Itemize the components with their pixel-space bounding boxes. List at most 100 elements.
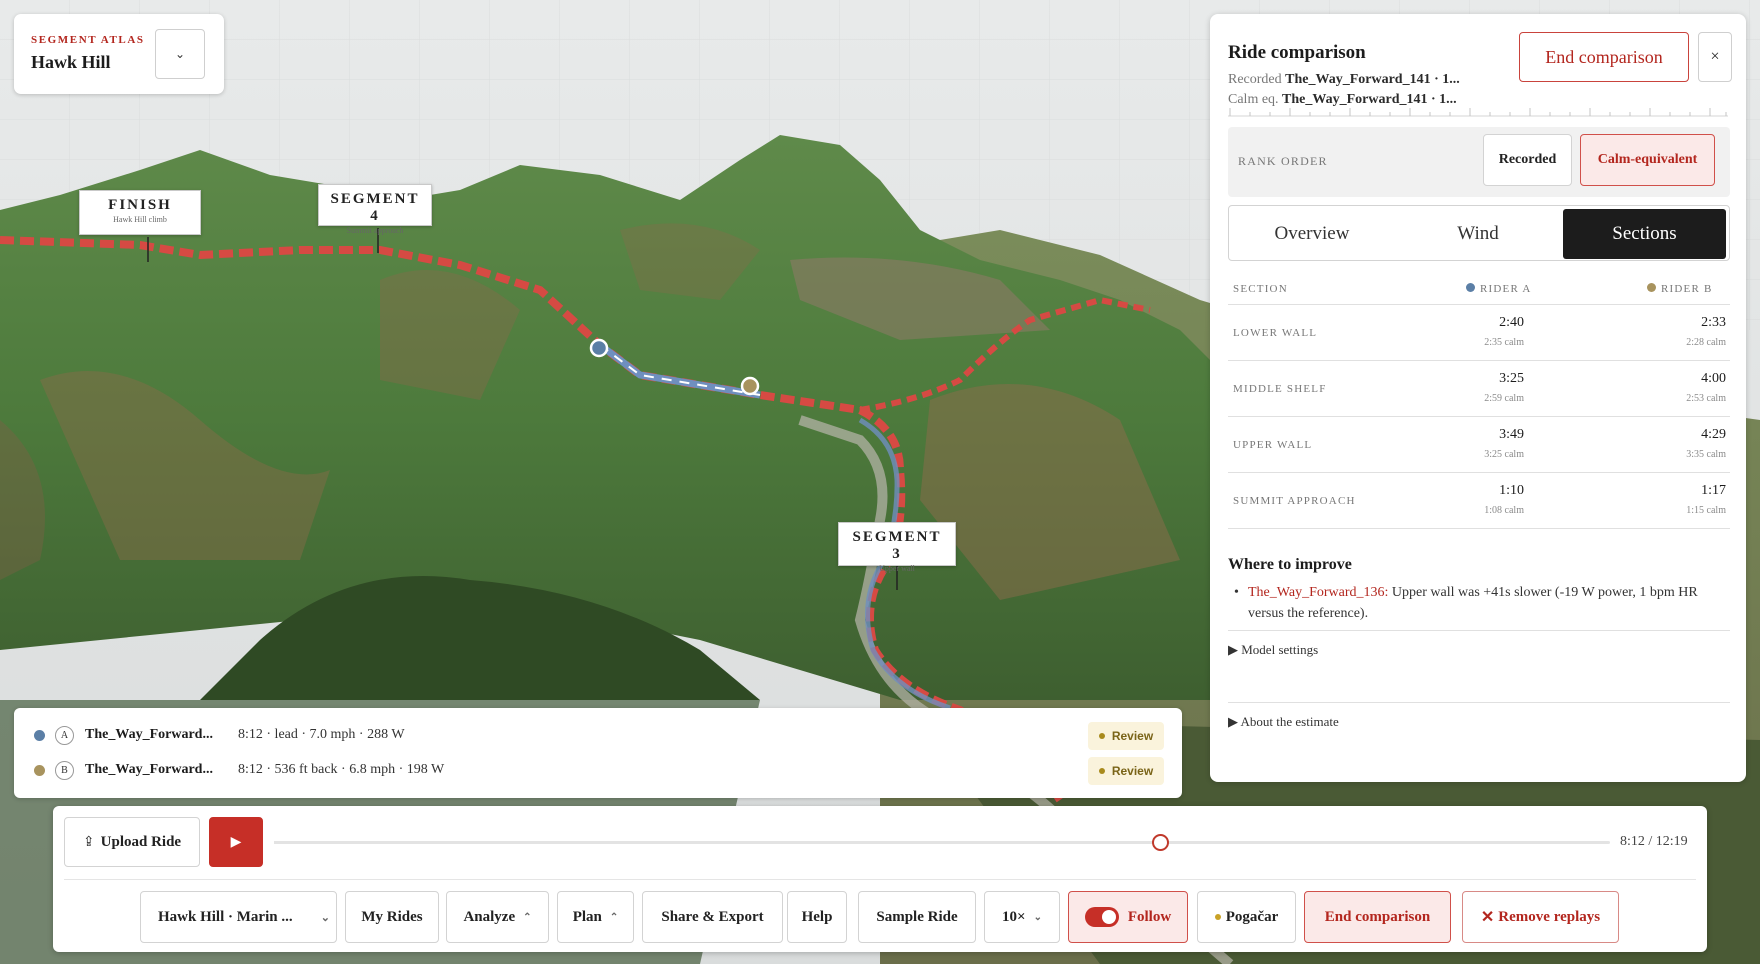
follow-toggle[interactable]: Follow (1068, 891, 1188, 943)
model-settings-toggle[interactable]: ▶ Model settings (1228, 642, 1318, 658)
rider-b-dot-icon (34, 765, 45, 776)
map-label-title: FINISH (108, 197, 172, 213)
section-name: SUMMIT APPROACH (1233, 495, 1356, 507)
plan-label: Plan (572, 908, 602, 925)
segment-atlas-eyebrow: SEGMENT ATLAS (31, 34, 145, 46)
rider-stats: 8:12 · 536 ft back · 6.8 mph · 198 W (238, 762, 445, 777)
map-label-segment-3[interactable]: SEGMENT 3 Upper wall (838, 522, 956, 573)
pogacar-ghost-button[interactable]: Pogačar (1197, 891, 1296, 943)
rider-a-time: 1:10 (1499, 483, 1524, 498)
end-comparison-bottom-button[interactable]: End comparison (1304, 891, 1451, 943)
map-label-segment-4[interactable]: SEGMENT 4 Summit approach (318, 184, 432, 235)
map-label-subtitle: Upper wall (879, 564, 915, 573)
sections-table-header: SECTION RIDER A RIDER B (1228, 273, 1730, 305)
review-label: Review (1111, 764, 1154, 778)
about-estimate-toggle[interactable]: ▶ About the estimate (1228, 714, 1339, 730)
review-badge[interactable]: Review (1088, 757, 1164, 785)
tab-overview[interactable]: Overview (1229, 209, 1395, 259)
rider-a-time: 3:25 (1499, 371, 1524, 386)
remove-replays-button[interactable]: ✕ Remove replays (1462, 891, 1619, 943)
chevron-up-icon: ⌃ (523, 911, 532, 923)
recorded-value: The_Way_Forward_141 · 1... (1285, 72, 1460, 87)
playback-speed-value: 10× (1002, 908, 1026, 925)
sample-ride-button[interactable]: Sample Ride (858, 891, 976, 943)
rider-b-column-header: RIDER B (1647, 283, 1713, 295)
list-item[interactable]: B The_Way_Forward... 8:12 · 536 ft back … (14, 755, 1182, 785)
improvement-rider-link[interactable]: The_Way_Forward_136: (1248, 585, 1388, 600)
chevron-down-icon: ⌄ (1033, 911, 1042, 923)
section-name: UPPER WALL (1233, 439, 1313, 451)
rider-stats: 8:12 · lead · 7.0 mph · 288 W (238, 727, 405, 742)
play-button[interactable]: ▶ (209, 817, 263, 867)
recorded-label: Recorded (1228, 72, 1282, 87)
rider-b-calm-time: 2:28 calm (1686, 337, 1726, 348)
list-item[interactable]: A The_Way_Forward... 8:12 · lead · 7.0 m… (14, 720, 1182, 750)
playback-time: 8:12 / 12:19 (1620, 834, 1688, 849)
rank-recorded-button[interactable]: Recorded (1483, 134, 1572, 186)
rider-a-calm-time: 2:35 calm (1484, 337, 1524, 348)
rider-name: The_Way_Forward... (85, 727, 213, 742)
table-row: LOWER WALL 2:40 2:35 calm 2:33 2:28 calm (1228, 305, 1730, 361)
remove-replays-label: Remove replays (1498, 908, 1601, 925)
rider-b-time: 1:17 (1701, 483, 1726, 498)
rider-a-time: 3:49 (1499, 427, 1524, 442)
rider-name: The_Way_Forward... (85, 762, 213, 777)
sections-table: SECTION RIDER A RIDER B LOWER WALL 2:40 … (1228, 273, 1730, 529)
playback-speed-select[interactable]: 10× ⌄ (984, 891, 1060, 943)
chevron-down-icon: ⌄ (320, 911, 330, 924)
rider-a-header-label: RIDER A (1480, 283, 1532, 295)
review-badge[interactable]: Review (1088, 722, 1164, 750)
segment-dropdown-button[interactable]: ⌄ (155, 29, 205, 79)
playback-control-bar: ⇪ Upload Ride ▶ 8:12 / 12:19 Hawk Hill ·… (53, 806, 1707, 952)
scrubber-handle[interactable] (1151, 834, 1169, 851)
scrubber-fill (274, 841, 1160, 844)
rider-b-time: 4:29 (1701, 427, 1726, 442)
close-icon: × (1710, 48, 1720, 65)
rank-calm-equivalent-button[interactable]: Calm-equivalent (1580, 134, 1715, 186)
my-rides-button[interactable]: My Rides (345, 891, 439, 943)
improvement-item: The_Way_Forward_136: Upper wall was +41s… (1234, 582, 1726, 624)
help-button[interactable]: Help (787, 891, 847, 943)
rider-a-calm-time: 2:59 calm (1484, 393, 1524, 404)
map-label-finish[interactable]: FINISH Hawk Hill climb (79, 190, 201, 235)
rider-b-calm-time: 3:35 calm (1686, 449, 1726, 460)
rider-b-time: 4:00 (1701, 371, 1726, 386)
tab-wind[interactable]: Wind (1395, 209, 1561, 259)
analyze-label: Analyze (463, 908, 516, 925)
map-label-title: SEGMENT 3 (852, 529, 942, 562)
close-button[interactable]: × (1698, 32, 1732, 82)
status-dot-icon (1098, 768, 1105, 774)
ride-comparison-panel: Ride comparison Recorded The_Way_Forward… (1210, 14, 1746, 782)
rider-b-calm-time: 1:15 calm (1686, 505, 1726, 516)
chevron-up-icon: ⌃ (609, 911, 619, 923)
recorded-meta: Recorded The_Way_Forward_141 · 1... (1228, 72, 1460, 88)
where-to-improve-title: Where to improve (1228, 556, 1352, 573)
analyze-menu-button[interactable]: Analyze ⌃ (446, 891, 549, 943)
section-name: MIDDLE SHELF (1233, 383, 1327, 395)
end-comparison-button[interactable]: End comparison (1519, 32, 1689, 82)
upload-ride-button[interactable]: ⇪ Upload Ride (64, 817, 200, 867)
follow-label: Follow (1127, 908, 1172, 925)
chevron-down-icon: ⌄ (174, 46, 186, 61)
panel-title: Ride comparison (1228, 42, 1366, 63)
status-dot-icon (1098, 733, 1105, 739)
toggle-switch-icon (1084, 907, 1119, 927)
play-icon: ▶ (230, 834, 242, 850)
rider-a-column-header: RIDER A (1466, 283, 1532, 295)
map-label-subtitle: Summit approach (346, 226, 404, 235)
section-column-header: SECTION (1233, 283, 1288, 295)
plan-menu-button[interactable]: Plan ⌃ (557, 891, 634, 943)
rider-b-time: 2:33 (1701, 315, 1726, 330)
playback-scrubber[interactable] (274, 834, 1610, 851)
rider-b-dot-icon (1647, 283, 1656, 292)
share-export-button[interactable]: Share & Export (642, 891, 783, 943)
rider-a-calm-time: 3:25 calm (1484, 449, 1524, 460)
divider (1228, 630, 1730, 631)
panel-tabs: Overview Wind Sections (1228, 205, 1730, 261)
tab-sections[interactable]: Sections (1563, 209, 1726, 259)
rank-order-control: RANK ORDER Recorded Calm-equivalent (1228, 127, 1730, 197)
upload-ride-label: Upload Ride (100, 833, 182, 850)
location-select[interactable]: Hawk Hill · Marin ... ⌄ (140, 891, 337, 943)
divider (1228, 702, 1730, 703)
rider-a-time: 2:40 (1499, 315, 1524, 330)
